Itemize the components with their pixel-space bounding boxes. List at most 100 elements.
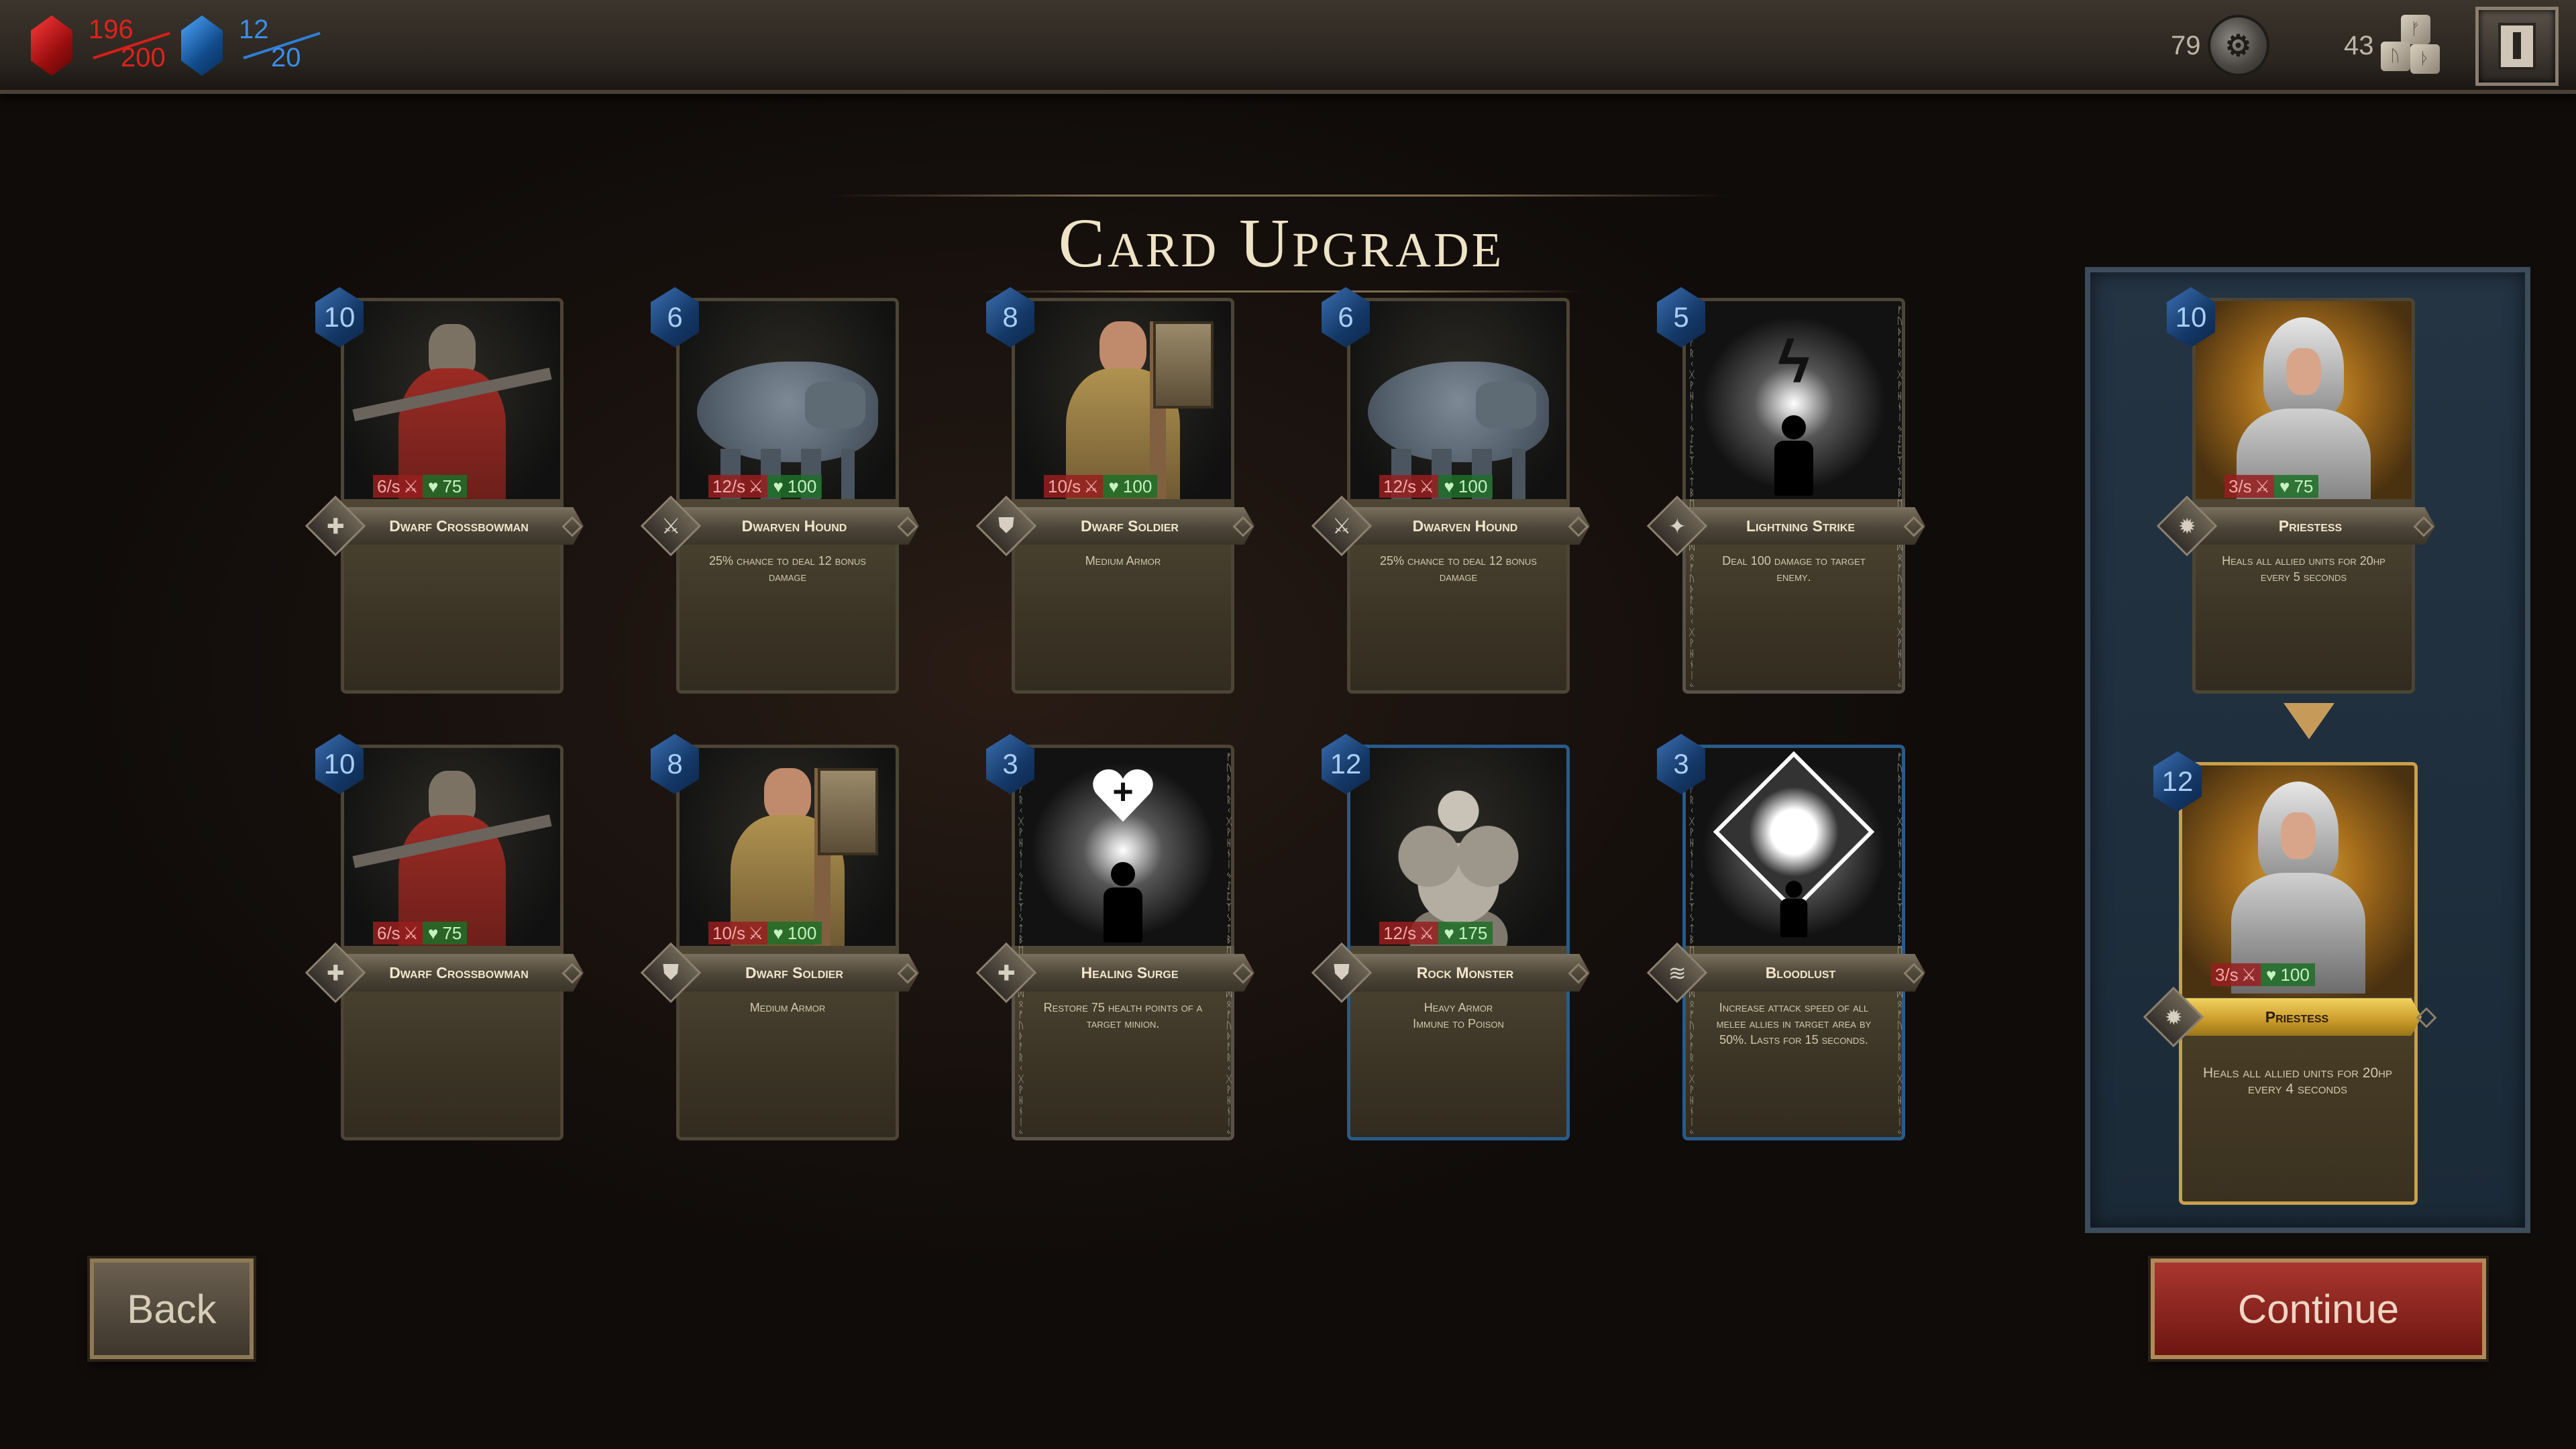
card-name: Healing Surge — [1081, 963, 1179, 981]
attack-stat: 12/s ⚔ — [1379, 475, 1439, 498]
card-description: 25% chance to deal 12 bonus damage — [1380, 554, 1537, 584]
swords-icon: ⚔ — [402, 476, 419, 496]
card[interactable]: ϟᚠᚢᚦᚨᚱᚲᚷᚹᚺᚾᛁᛃᛇᛈᛉᛊᛏᛒᛖᛗᛚᛜᛞᛟᚠᚢᚦᚨᚱᚲᚷᚹᚺᚾᛁᛃᛇᛈᛉ… — [1646, 287, 1925, 694]
health-stat: ♥ 75 — [2274, 475, 2319, 498]
attack-stat: 3/s ⚔ — [2211, 963, 2261, 986]
book-icon — [2498, 23, 2536, 70]
card-stats: 12/s ⚔ ♥ 100 — [1379, 475, 1493, 498]
card-description: Deal 100 damage to target enemy. — [1722, 554, 1866, 584]
card-description: Heals all allied units for 20hp every 5 … — [2222, 554, 2385, 584]
card-art: + — [1012, 745, 1234, 953]
attack-stat: 10/s ⚔ — [1044, 475, 1104, 498]
card-description: Medium Armor — [749, 1001, 826, 1014]
card-art: ϟ — [1682, 298, 1905, 506]
card[interactable]: 6 12/s ⚔ ♥ 100 Dwarven Hound ⚔ 25% chance to de… — [1311, 287, 1590, 694]
rune-border: ᚠᚢᚦᚨᚱᚲᚷᚹᚺᚾᛁᛃᛇᛈᛉᛊᛏᛒᛖᛗᛚᛜᛞᛟᚠᚢᚦᚨᚱᚲᚷᚹᚺᚾᛁᛃᛇᛈᛉᛊ… — [1896, 305, 1903, 687]
stone-count: 43 — [2344, 30, 2374, 60]
card[interactable]: 10 6/s ⚔ ♥ 75 Dwarf Crossbowman ✚ — [305, 734, 584, 1140]
rune-border: ᚠᚢᚦᚨᚱᚲᚷᚹᚺᚾᛁᛃᛇᛈᛉᛊᛏᛒᛖᛗᛚᛜᛞᛟᚠᚢᚦᚨᚱᚲᚷᚹᚺᚾᛁᛃᛇᛈᛉᛊ… — [1018, 751, 1024, 1134]
card-stats: 6/s ⚔ ♥ 75 — [373, 922, 468, 945]
health-gem-icon — [31, 15, 72, 76]
card[interactable]: 8 10/s ⚔ ♥ 100 Dwarf Soldier ⛊ Medium Armor — [640, 734, 919, 1140]
card-name: Dwarven Hound — [741, 517, 847, 535]
mana-max: 20 — [271, 43, 301, 72]
coin-counter: 79 ⚙ — [2171, 15, 2269, 76]
swords-icon: ⚔ — [748, 922, 764, 943]
card[interactable]: 8 10/s ⚔ ♥ 100 Dwarf Soldier ⛊ Medium Armor — [975, 287, 1254, 694]
health-max: 200 — [121, 43, 166, 72]
mana-current: 12 — [239, 15, 269, 44]
card-stats: 10/s ⚔ ♥ 100 — [1044, 475, 1158, 498]
rune-border: ᚠᚢᚦᚨᚱᚲᚷᚹᚺᚾᛁᛃᛇᛈᛉᛊᛏᛒᛖᛗᛚᛜᛞᛟᚠᚢᚦᚨᚱᚲᚷᚹᚺᚾᛁᛃᛇᛈᛉᛊ… — [1688, 305, 1695, 687]
coin-icon: ⚙ — [2207, 15, 2269, 76]
coin-count: 79 — [2171, 30, 2201, 60]
card-stats: 3/s ⚔ ♥ 75 — [2224, 475, 2319, 498]
card[interactable]: 10 3/s ⚔ ♥ 75 Priestess ✹ Heals all allied unit… — [2156, 287, 2435, 694]
health-stat: ♥ 100 — [1438, 475, 1493, 498]
rune-border: ᚠᚢᚦᚨᚱᚲᚷᚹᚺᚾᛁᛃᛇᛈᛉᛊᛏᛒᛖᛗᛚᛜᛞᛟᚠᚢᚦᚨᚱᚲᚷᚹᚺᚾᛁᛃᛇᛈᛉᛊ… — [1688, 751, 1695, 1134]
heart-icon: ♥ — [1108, 476, 1119, 496]
attack-stat: 12/s ⚔ — [1379, 922, 1439, 945]
card-name: Lightning Strike — [1746, 517, 1855, 535]
rune-border: ᚠᚢᚦᚨᚱᚲᚷᚹᚺᚾᛁᛃᛇᛈᛉᛊᛏᛒᛖᛗᛚᛜᛞᛟᚠᚢᚦᚨᚱᚲᚷᚹᚺᚾᛁᛃᛇᛈᛉᛊ… — [1226, 751, 1232, 1134]
swords-icon: ⚔ — [2241, 964, 2257, 985]
swords-icon: ⚔ — [1419, 476, 1435, 496]
swords-icon: ⚔ — [748, 476, 764, 496]
heart-icon: ♥ — [428, 922, 439, 943]
card-description: 25% chance to deal 12 bonus damage — [709, 554, 866, 584]
card-name: Dwarf Crossbowman — [389, 963, 529, 981]
card-description: Heavy Armor Immune to Poison — [1413, 1001, 1504, 1030]
card-name: Dwarf Soldier — [745, 963, 843, 981]
mana-gem-icon — [181, 15, 223, 76]
card[interactable]: 12 3/s ⚔ ♥ 100 Priestess ✹ Heals all allied uni… — [2143, 751, 2437, 1205]
card[interactable]: 10 6/s ⚔ ♥ 75 Dwarf Crossbowman ✚ — [305, 287, 584, 694]
health-stat: ♥ 75 — [423, 475, 468, 498]
card-name: Dwarf Crossbowman — [389, 517, 529, 535]
card-stats: 12/s ⚔ ♥ 175 — [1379, 922, 1493, 945]
heart-icon: ♥ — [1444, 922, 1454, 943]
card-description: Increase attack speed of all melee allie… — [1716, 1001, 1872, 1046]
card-name: Bloodlust — [1765, 963, 1836, 981]
swords-icon: ⚔ — [1083, 476, 1099, 496]
card[interactable]: 6 12/s ⚔ ♥ 100 Dwarven Hound ⚔ 25% chance to de… — [640, 287, 919, 694]
card-name: Rock Monster — [1416, 963, 1514, 981]
card-description: Heals all allied units for 20hp every 4 … — [2203, 1065, 2392, 1097]
attack-stat: 10/s ⚔ — [708, 922, 768, 945]
card[interactable]: +ᚠᚢᚦᚨᚱᚲᚷᚹᚺᚾᛁᛃᛇᛈᛉᛊᛏᛒᛖᛗᛚᛜᛞᛟᚠᚢᚦᚨᚱᚲᚷᚹᚺᚾᛁᛃᛇᛈᛉ… — [975, 734, 1254, 1140]
heart-icon: ♥ — [2279, 476, 2290, 496]
health-stat: ♥ 100 — [767, 922, 822, 945]
card-stats: 10/s ⚔ ♥ 100 — [708, 922, 822, 945]
health-stat: ♥ 100 — [767, 475, 822, 498]
health-current: 196 — [89, 15, 133, 44]
card-name: Priestess — [2265, 1008, 2329, 1026]
health-stat: ♥ 75 — [423, 922, 468, 945]
title-banner: Card Upgrade — [832, 195, 1731, 292]
swords-icon: ⚔ — [402, 922, 419, 943]
health-stat: ♥ 100 — [1103, 475, 1158, 498]
card-stats: 3/s ⚔ ♥ 100 — [2211, 963, 2315, 986]
card[interactable]: ᚠᚢᚦᚨᚱᚲᚷᚹᚺᚾᛁᛃᛇᛈᛉᛊᛏᛒᛖᛗᛚᛜᛞᛟᚠᚢᚦᚨᚱᚲᚷᚹᚺᚾᛁᛃᛇᛈᛉᛊ… — [1646, 734, 1925, 1140]
attack-stat: 6/s ⚔ — [373, 922, 423, 945]
back-button[interactable]: Back — [90, 1258, 254, 1359]
health-stat: ♥ 175 — [1438, 922, 1493, 945]
stone-counter: 43 ᚠ ᚢ ᚦ — [2344, 15, 2443, 76]
swords-icon: ⚔ — [1419, 922, 1435, 943]
journal-button[interactable] — [2475, 7, 2559, 86]
card-name: Dwarf Soldier — [1081, 517, 1179, 535]
heart-icon: ♥ — [428, 476, 439, 496]
heart-icon: ♥ — [773, 476, 784, 496]
continue-button[interactable]: Continue — [2151, 1258, 2486, 1359]
rune-stones-icon: ᚠ ᚢ ᚦ — [2380, 15, 2443, 76]
heart-icon: ♥ — [773, 922, 784, 943]
card[interactable]: 12 12/s ⚔ ♥ 175 Rock Monster ⛊ Heavy Armor Immu… — [1311, 734, 1590, 1140]
card-description: Medium Armor — [1085, 554, 1161, 568]
swords-icon: ⚔ — [2254, 476, 2270, 496]
top-bar: 196 200 12 20 79 ⚙ 43 ᚠ ᚢ ᚦ — [0, 0, 2576, 94]
attack-stat: 6/s ⚔ — [373, 475, 423, 498]
page-title: Card Upgrade — [1058, 205, 1505, 282]
card-stats: 12/s ⚔ ♥ 100 — [708, 475, 822, 498]
health-counter: 196 200 — [31, 12, 182, 79]
mana-counter: 12 20 — [181, 12, 333, 79]
heart-icon: ♥ — [1444, 476, 1454, 496]
attack-stat: 12/s ⚔ — [708, 475, 768, 498]
